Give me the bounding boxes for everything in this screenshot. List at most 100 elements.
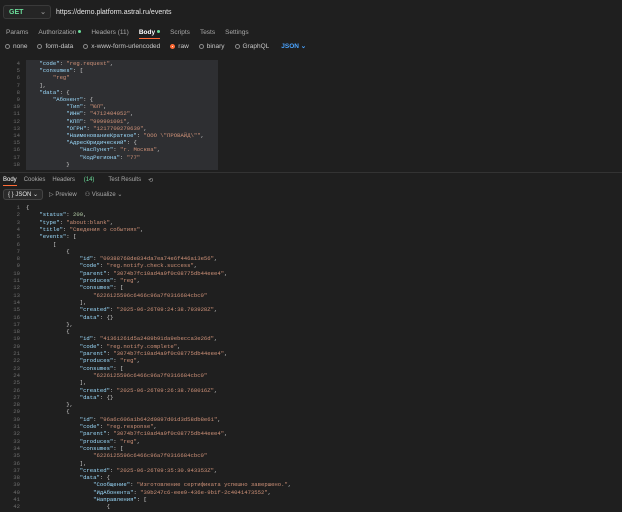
option-label: x-www-form-urlencoded <box>91 42 161 50</box>
visualize-button[interactable]: ⚇ Visualize ⌄ <box>85 191 123 198</box>
response-body-viewer[interactable]: 1{2 "status": 200, 3 "type": "about:blank… <box>0 202 622 512</box>
request-body-editor[interactable]: 4 "code": "reg.request", 5 "consumes": [6… <box>0 58 622 172</box>
code-line: 24 "6226125596c6466c96a7f0316684cbc0" <box>0 372 207 379</box>
code-line: 20 "code": "reg.notify.complete", <box>0 343 180 350</box>
pane-divider[interactable] <box>0 172 622 173</box>
code-line: 16 "НасПункт": "г. Москва", <box>0 146 160 153</box>
body-type-options: none form-data x-www-form-urlencoded raw… <box>0 40 622 52</box>
tab-settings[interactable]: Settings <box>225 29 249 36</box>
line-number: 15 <box>13 139 20 147</box>
line-number: 18 <box>13 160 20 168</box>
option-label: GraphQL <box>242 42 270 50</box>
tab-headers[interactable]: Headers (11) <box>91 29 128 36</box>
line-text: { <box>26 408 70 416</box>
code-line: 22 "produces": "reg", <box>0 357 140 364</box>
line-text: "created": "2025-06-26T09:26:38.768016Z"… <box>79 386 218 394</box>
line-number: 17 <box>13 153 20 161</box>
code-line: 27 "data": {} <box>0 394 113 401</box>
line-text: "created": "2025-06-26T09:24:38.793928Z"… <box>79 306 218 314</box>
url-bar: GET ⌄ https://demo.platform.astral.ru/ev… <box>0 0 622 24</box>
line-text: ], <box>26 459 87 467</box>
line-number: 28 <box>13 401 20 409</box>
tab-authorization[interactable]: Authorization <box>38 29 82 36</box>
code-line: 19 "id": "41361261d5a2489b91da9ebecca3e2… <box>0 335 217 342</box>
line-text: "Сообщение": "Изготовление сертификата у… <box>93 481 292 489</box>
line-number: 37 <box>13 466 20 474</box>
line-number: 19 <box>13 335 20 343</box>
body-option-graphql[interactable]: GraphQL <box>234 42 270 50</box>
line-number: 36 <box>13 459 20 467</box>
line-number: 11 <box>13 110 20 118</box>
line-text: "parent": "3074b7fc10ad4a9f0c08775db44ee… <box>79 350 228 357</box>
chevron-down-icon: ⌄ <box>40 9 46 16</box>
line-text: "id": "09388768de834da7ea74e6f446a13e56"… <box>79 255 218 263</box>
body-option-binary[interactable]: binary <box>198 43 225 50</box>
tab-body[interactable]: Body <box>138 29 161 39</box>
tab-response-headers[interactable]: Headers (14) <box>52 177 101 183</box>
body-format-label: JSON <box>281 43 299 50</box>
body-option-raw[interactable]: raw <box>170 42 189 50</box>
line-number: 15 <box>13 306 20 314</box>
body-option-none[interactable]: none <box>5 43 27 50</box>
line-text: "consumes": [ <box>79 364 124 372</box>
line-text: ], <box>26 379 87 387</box>
line-number: 10 <box>13 103 20 111</box>
line-text: "reg" <box>52 74 70 82</box>
line-text: "Тип": "ЮЛ", <box>66 103 107 111</box>
response-format-label: { } JSON <box>8 192 32 198</box>
chevron-down-icon: ⌄ <box>117 192 123 198</box>
line-number: 5 <box>16 233 20 241</box>
url-input[interactable]: https://demo.platform.astral.ru/events <box>56 5 596 19</box>
line-text: "6226125596c6466c96a7f0316684cbc0" <box>93 371 208 379</box>
code-line: 4 "title": "Сведения о событиях", <box>0 226 144 233</box>
body-option-form-data[interactable]: form-data <box>37 43 73 50</box>
line-number: 31 <box>13 423 20 430</box>
body-option-urlencoded[interactable]: x-www-form-urlencoded <box>83 43 160 50</box>
code-line: 26 "created": "2025-06-26T09:26:38.76801… <box>0 387 217 394</box>
preview-button[interactable]: ▷ Preview <box>49 191 77 198</box>
line-text: "consumes": [ <box>79 444 124 452</box>
line-text: }, <box>26 320 73 328</box>
line-number: 39 <box>13 481 20 489</box>
line-text: "status": 200, <box>39 211 87 219</box>
line-text: "created": "2025-06-26T09:35:30.943353Z"… <box>79 466 218 474</box>
code-line: 31 "code": "reg.response", <box>0 423 157 430</box>
visualize-icon: ⚇ <box>84 192 91 198</box>
line-number: 21 <box>13 350 20 357</box>
line-number: 14 <box>13 132 20 139</box>
response-tabs: Body Cookies Headers (14) Test Results ⟲ <box>0 175 622 186</box>
code-line: 30 "id": "96a6c606a1b642d0897d01d3d58db8… <box>0 416 220 423</box>
code-line: 34 "consumes": [ <box>0 445 123 452</box>
line-number: 38 <box>13 474 20 482</box>
line-text: "АдресЮридический": { <box>66 139 137 147</box>
line-text: { <box>26 247 70 255</box>
tab-params[interactable]: Params <box>6 29 28 36</box>
code-line: 5 "events": [ <box>0 233 77 241</box>
line-text: "data": { <box>79 474 110 482</box>
line-number: 8 <box>16 88 20 96</box>
code-line: 18 { <box>0 328 70 336</box>
tab-scripts[interactable]: Scripts <box>170 29 190 36</box>
line-text: { <box>26 328 70 336</box>
method-select[interactable]: GET ⌄ <box>3 5 51 19</box>
line-number: 5 <box>16 67 20 75</box>
code-line: 42 { <box>0 503 110 510</box>
code-line: 21 "parent": "3074b7fc10ad4a9f0c08775db4… <box>0 350 227 357</box>
line-number: 34 <box>13 444 20 452</box>
tab-test-results[interactable]: Test Results <box>108 177 141 183</box>
option-label: raw <box>178 42 189 50</box>
tab-tests[interactable]: Tests <box>200 29 215 36</box>
line-number: 18 <box>13 328 20 336</box>
radio-selected-icon <box>170 43 176 49</box>
tab-response-body[interactable]: Body <box>3 177 17 186</box>
response-format-select[interactable]: { } JSON ⌄ <box>3 189 44 200</box>
line-number: 6 <box>16 74 20 82</box>
history-icon[interactable]: ⟲ <box>148 177 153 184</box>
preview-label: Preview <box>55 192 77 198</box>
code-line: 8 "data": { <box>0 89 70 96</box>
tab-cookies[interactable]: Cookies <box>24 177 46 183</box>
code-line: 17 }, <box>0 321 73 328</box>
body-format-select[interactable]: JSON ⌄ <box>281 42 306 50</box>
line-text: "data": {} <box>79 313 114 321</box>
code-line: 38 "data": { <box>0 474 110 481</box>
